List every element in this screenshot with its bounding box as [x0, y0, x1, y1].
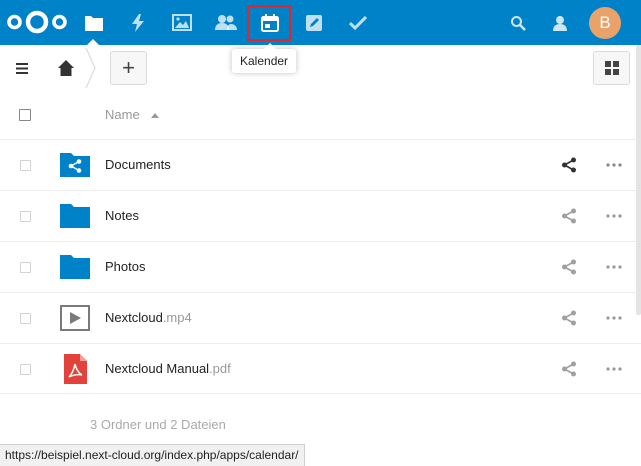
more-icon [606, 316, 622, 320]
file-name[interactable]: Photos [105, 259, 145, 274]
file-name[interactable]: Nextcloud.mp4 [105, 310, 192, 325]
contacts-menu-button[interactable] [538, 0, 582, 45]
share-icon[interactable] [561, 361, 577, 377]
search-button[interactable] [496, 0, 540, 45]
file-name[interactable]: Nextcloud Manual.pdf [105, 361, 231, 376]
user-avatar[interactable]: B [589, 7, 621, 39]
more-actions-button[interactable] [604, 208, 624, 224]
pencil-icon [306, 14, 322, 31]
link-status-bar: https://beispiel.next-cloud.org/index.ph… [0, 444, 305, 466]
name-column-header[interactable]: Name [105, 107, 140, 122]
more-actions-button[interactable] [604, 361, 624, 377]
row-checkbox[interactable] [20, 211, 31, 222]
top-header: B [0, 0, 641, 45]
contacts-menu-icon [553, 15, 567, 31]
folder-icon [85, 15, 103, 31]
share-icon[interactable] [561, 259, 577, 275]
new-button[interactable]: + [110, 51, 147, 85]
file-name[interactable]: Notes [105, 208, 139, 223]
search-icon [511, 15, 526, 31]
select-all-checkbox[interactable] [19, 109, 31, 121]
checkmark-icon [349, 15, 367, 30]
app-contacts[interactable] [204, 0, 248, 45]
more-icon [606, 163, 622, 167]
calendar-tooltip: Kalender [232, 43, 297, 73]
table-row[interactable]: Notes [0, 190, 641, 241]
calendar-highlight-box [247, 5, 291, 41]
shared-folder-icon [60, 153, 90, 177]
grid-icon [604, 61, 619, 75]
table-row[interactable]: Documents [0, 139, 641, 190]
row-checkbox[interactable] [20, 262, 31, 273]
lightning-icon [132, 13, 144, 32]
file-summary: 3 Ordner und 2 Dateien [90, 417, 226, 432]
app-gallery[interactable] [160, 0, 204, 45]
image-icon [172, 14, 192, 31]
nextcloud-logo[interactable] [6, 9, 68, 35]
share-icon[interactable] [561, 208, 577, 224]
folder-icon [60, 204, 90, 228]
active-app-indicator [87, 39, 99, 45]
table-row[interactable]: Nextcloud Manual.pdf [0, 343, 641, 394]
home-icon[interactable] [56, 58, 76, 78]
grid-view-toggle[interactable] [593, 51, 630, 85]
file-name[interactable]: Documents [105, 157, 171, 172]
app-notes[interactable] [292, 0, 336, 45]
app-tasks[interactable] [336, 0, 380, 45]
more-icon [606, 214, 622, 218]
table-row[interactable]: Nextcloud.mp4 [0, 292, 641, 343]
more-icon [606, 367, 622, 371]
share-icon[interactable] [561, 157, 577, 173]
contacts-icon [215, 15, 237, 30]
pdf-file-icon [64, 354, 87, 384]
video-file-icon [60, 305, 90, 331]
navigation-toggle[interactable] [10, 56, 34, 80]
more-actions-button[interactable] [604, 310, 624, 326]
more-actions-button[interactable] [604, 259, 624, 275]
sort-ascending-icon [151, 113, 159, 118]
share-icon[interactable] [561, 310, 577, 326]
row-checkbox[interactable] [20, 313, 31, 324]
more-actions-button[interactable] [604, 157, 624, 173]
row-checkbox[interactable] [20, 364, 31, 375]
app-activity[interactable] [116, 0, 160, 45]
hamburger-icon [16, 62, 28, 74]
table-row[interactable]: Photos [0, 241, 641, 292]
breadcrumb-separator [85, 48, 96, 88]
row-checkbox[interactable] [20, 160, 31, 171]
folder-icon [60, 255, 90, 279]
more-icon [606, 265, 622, 269]
vertical-scrollbar[interactable] [636, 45, 641, 315]
